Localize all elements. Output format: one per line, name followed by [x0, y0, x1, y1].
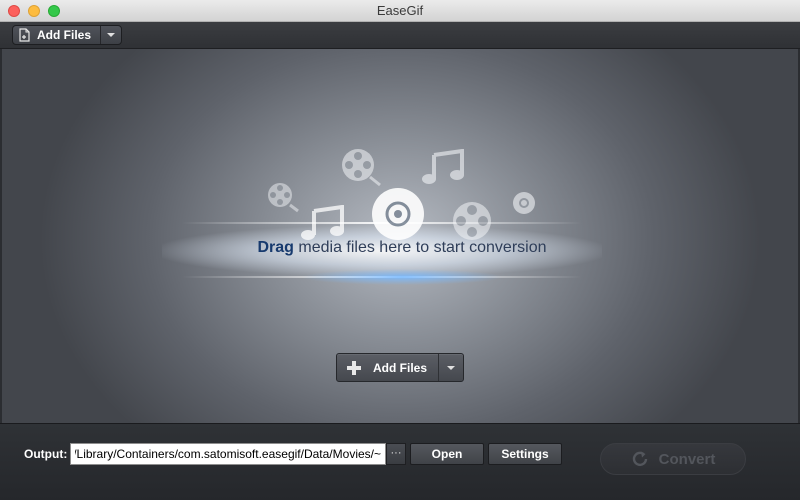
window-title: EaseGif	[376, 3, 424, 18]
music-note-icon	[301, 205, 344, 240]
plus-icon	[347, 360, 361, 375]
add-files-label: Add Files	[373, 360, 428, 375]
output-bar: Output: ··· Open Settings Convert	[0, 423, 800, 500]
add-files-button[interactable]: Add Files	[337, 354, 438, 381]
output-path-field[interactable]	[70, 443, 386, 465]
highlight-blue-glow	[302, 268, 502, 286]
film-reel-icon	[453, 202, 491, 240]
open-output-button[interactable]: Open	[410, 443, 484, 465]
drop-hint-text: Drag media files here to start conversio…	[162, 239, 642, 257]
drop-hint-rest: media files here to start conversion	[293, 239, 547, 256]
chevron-down-icon	[107, 33, 115, 37]
disc-icon	[372, 188, 424, 240]
convert-label: Convert	[658, 450, 716, 468]
browse-output-button[interactable]: ···	[386, 443, 406, 465]
add-file-icon	[19, 28, 30, 42]
title-bar[interactable]: EaseGif	[0, 0, 800, 22]
app-window: EaseGif Add Files Drag media files here …	[0, 0, 800, 500]
film-reel-icon	[268, 183, 299, 213]
settings-button[interactable]: Settings	[488, 443, 562, 465]
add-files-split-button: Add Files	[336, 353, 464, 382]
chevron-down-icon	[447, 365, 455, 370]
toolbar-add-files-split-button: Add Files	[12, 25, 122, 45]
toolbar: Add Files	[0, 22, 800, 49]
toolbar-add-files-label: Add Files	[37, 28, 92, 42]
add-files-dropdown[interactable]	[438, 354, 463, 381]
refresh-icon	[632, 451, 647, 467]
music-note-icon	[422, 149, 464, 184]
drop-zone[interactable]: Drag media files here to start conversio…	[2, 49, 798, 423]
toolbar-add-files-button[interactable]: Add Files	[13, 26, 100, 44]
convert-button[interactable]: Convert	[600, 443, 746, 475]
disc-icon	[513, 192, 535, 214]
toolbar-add-files-dropdown[interactable]	[100, 26, 121, 44]
drop-hint-bold: Drag	[257, 239, 294, 256]
output-label: Output:	[24, 447, 68, 461]
film-reel-icon	[342, 149, 381, 187]
